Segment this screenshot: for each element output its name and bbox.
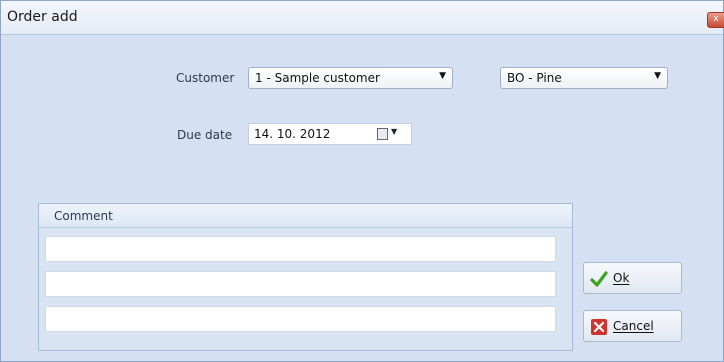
ok-button[interactable]: Ok <box>583 262 682 294</box>
cancel-x-icon <box>591 319 607 335</box>
comment-line-1[interactable] <box>45 236 556 262</box>
chevron-down-icon[interactable]: ▼ <box>439 71 446 81</box>
window-title: Order add <box>7 9 78 25</box>
due-date-value: 14. 10. 2012 <box>254 127 331 141</box>
ok-label-rest: k <box>622 271 630 285</box>
cancel-label: Cancel <box>613 319 654 333</box>
cancel-label-rest: ancel <box>621 319 654 333</box>
chevron-down-icon[interactable]: ▼ <box>391 127 397 136</box>
close-icon: x <box>713 14 719 24</box>
customer-label: Customer <box>176 71 235 85</box>
comment-group: Comment <box>38 203 573 351</box>
due-date-field[interactable]: 14. 10. 2012 ▼ <box>248 123 412 145</box>
title-bar[interactable]: Order add x <box>1 1 724 35</box>
customer-combo[interactable]: 1 - Sample customer ▼ <box>248 67 453 89</box>
checkmark-icon <box>590 271 608 287</box>
cancel-button[interactable]: Cancel <box>583 310 682 342</box>
customer-value: 1 - Sample customer <box>255 71 380 85</box>
due-date-label: Due date <box>177 128 233 142</box>
comment-line-2[interactable] <box>45 271 556 297</box>
order-add-dialog: Order add x Customer 1 - Sample customer… <box>0 0 724 362</box>
calendar-icon[interactable] <box>377 128 388 140</box>
chevron-down-icon[interactable]: ▼ <box>654 71 661 81</box>
comment-header: Comment <box>39 204 572 228</box>
warehouse-combo[interactable]: BO - Pine ▼ <box>500 67 668 89</box>
comment-header-label: Comment <box>54 209 113 223</box>
comment-line-3[interactable] <box>45 306 556 332</box>
ok-label: Ok <box>613 271 629 285</box>
close-button[interactable]: x <box>707 12 724 28</box>
warehouse-value: BO - Pine <box>507 71 562 85</box>
